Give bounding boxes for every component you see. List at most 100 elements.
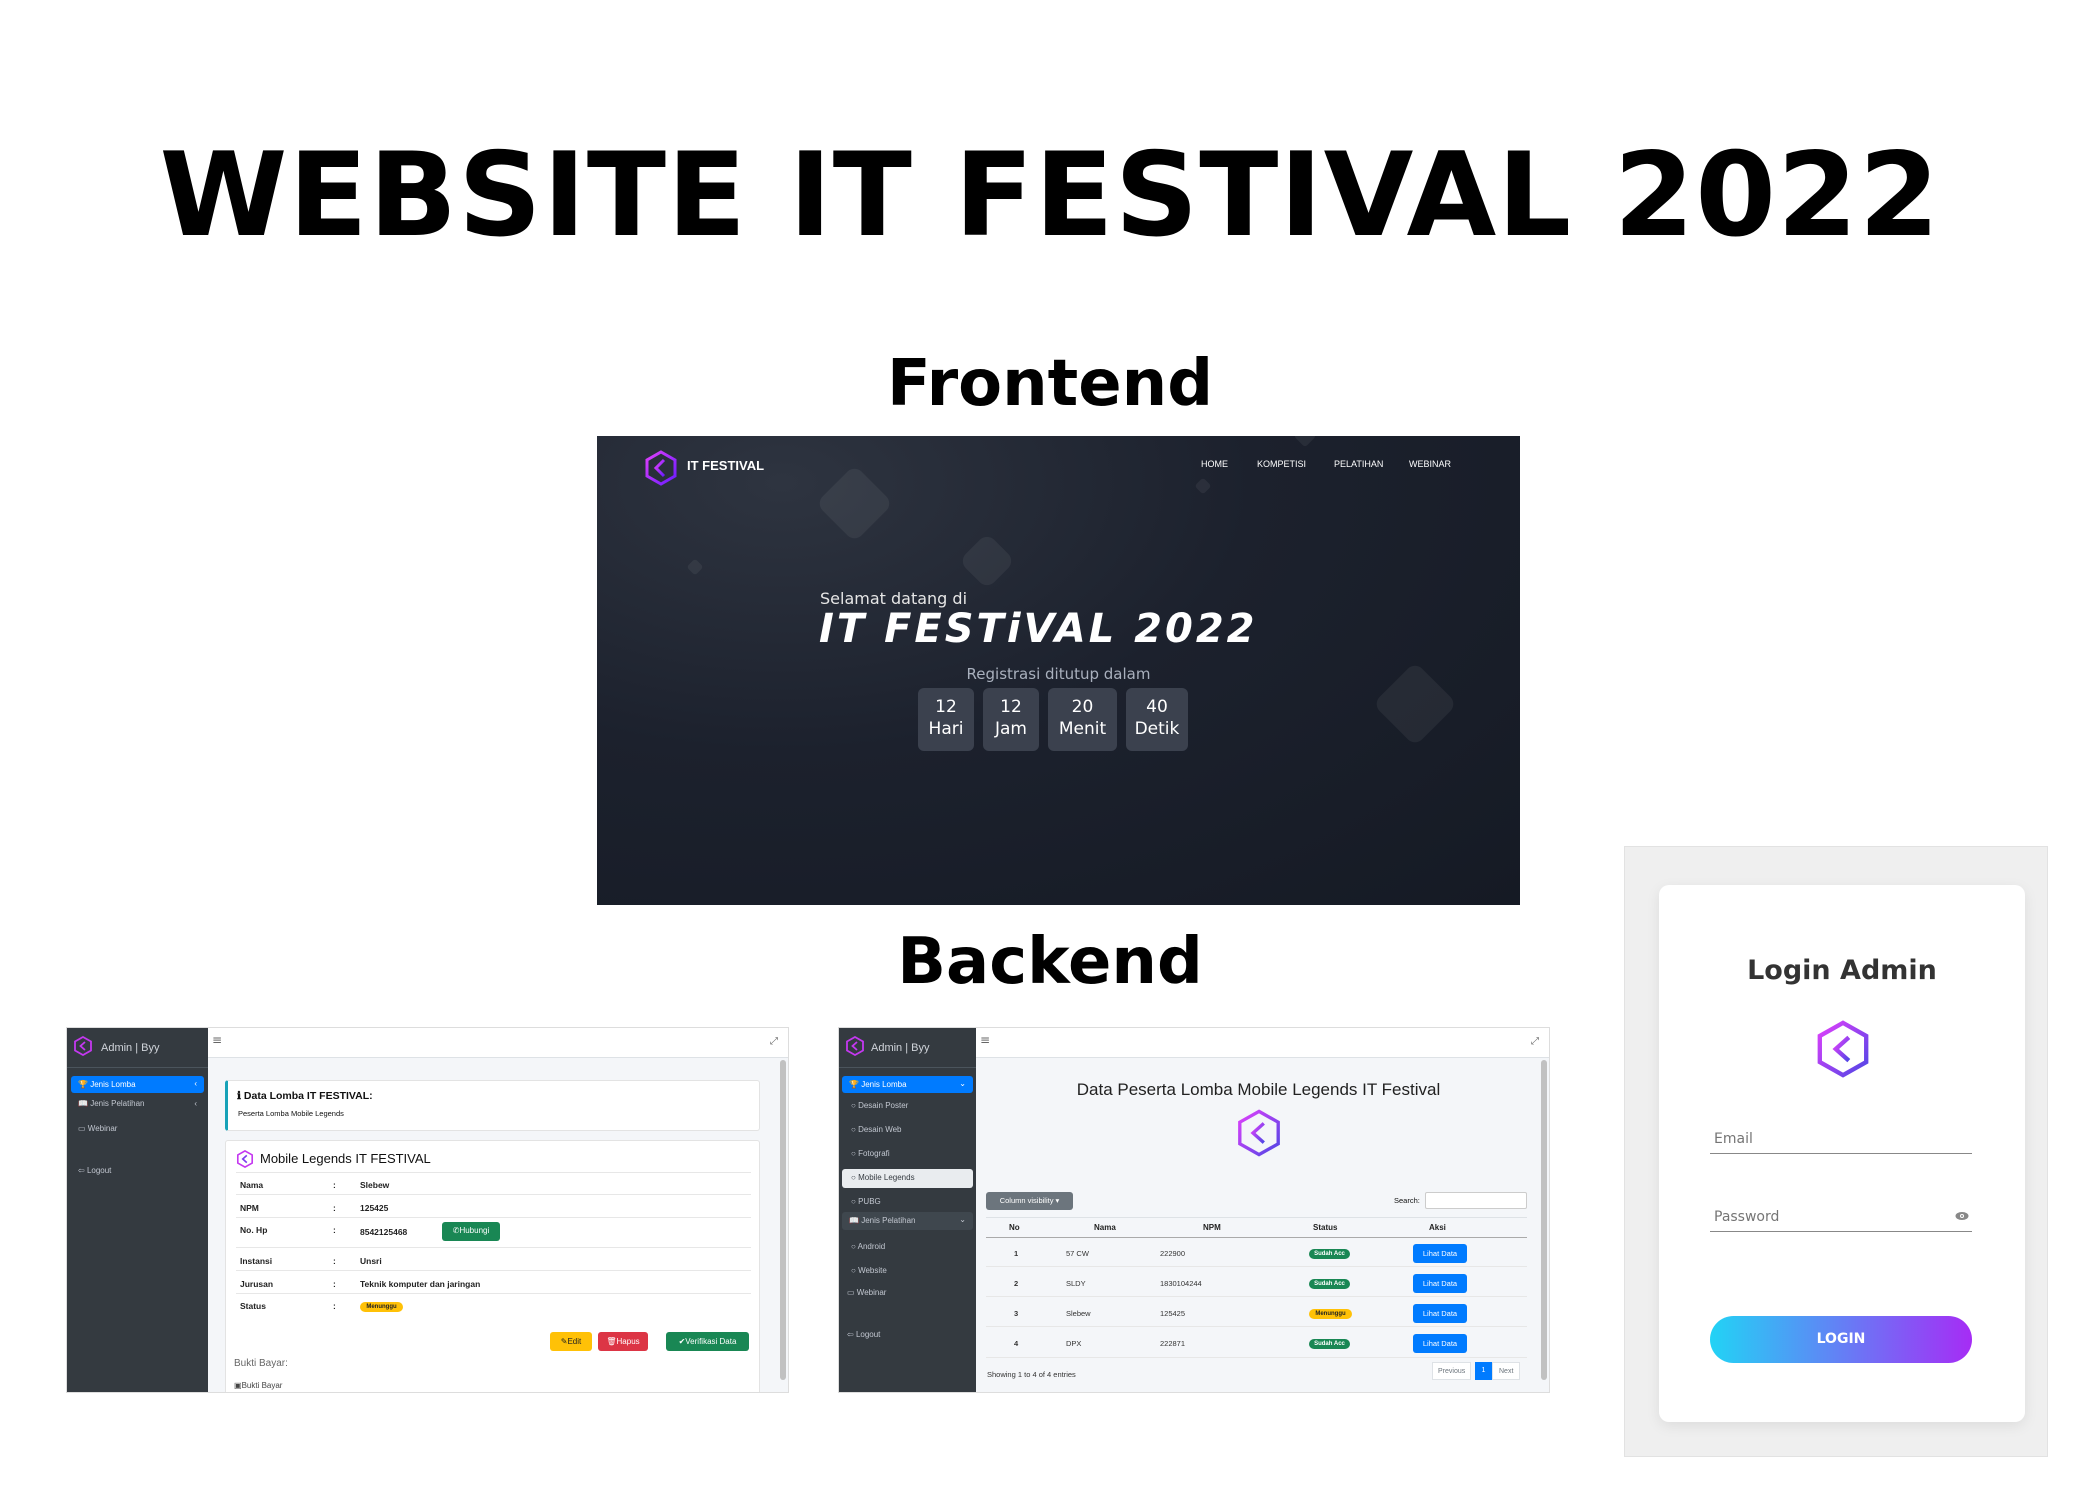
column-header-aksi[interactable]: Aksi <box>1429 1223 1446 1232</box>
countdown-value: 20 <box>1071 697 1094 717</box>
sidebar-subitem-fotografi[interactable]: ○ Fotografi <box>851 1149 890 1158</box>
trash-icon: 🗑 <box>606 1337 617 1346</box>
column-header-status[interactable]: Status <box>1313 1223 1337 1232</box>
book-icon: 📖 <box>849 1216 859 1225</box>
hubungi-button[interactable]: ✆Hubungi <box>442 1222 500 1241</box>
backend-detail-screenshot: Admin | Byy 🏆 Jenis Lomba ‹ 📖 Jenis Pela… <box>66 1027 789 1393</box>
password-field[interactable] <box>1710 1205 1950 1229</box>
lihat-data-button[interactable]: Lihat Data <box>1413 1304 1467 1323</box>
field-label-nohp: No. Hp <box>240 1225 268 1235</box>
sidebar-item-logout[interactable]: ⇦ Logout <box>847 1330 880 1339</box>
cell-no: 3 <box>1014 1309 1019 1318</box>
login-screenshot: Login Admin LOGIN <box>1624 846 2048 1457</box>
status-badge: Sudah Acc <box>1309 1279 1350 1289</box>
cell-npm: 125425 <box>1160 1309 1186 1318</box>
bukti-label: Bukti Bayar: <box>234 1358 288 1369</box>
login-title: Login Admin <box>1747 955 1937 986</box>
cell-npm: 1830104244 <box>1160 1279 1202 1288</box>
sidebar-subitem-android[interactable]: ○ Android <box>851 1242 885 1251</box>
fullscreen-icon[interactable]: ⤢ <box>770 1036 778 1047</box>
participant-card: Mobile Legends IT FESTIVAL Nama : Slebew… <box>225 1140 760 1392</box>
sidebar-subitem-mobile-legends[interactable]: ○ Mobile Legends <box>842 1169 973 1188</box>
scrollbar[interactable] <box>1541 1060 1547 1380</box>
laptop-icon: ▭ <box>847 1288 855 1297</box>
menu-toggle-icon[interactable]: ≡ <box>980 1033 990 1047</box>
cell-nama: Slebew <box>1066 1309 1091 1318</box>
sidebar-item-logout[interactable]: ⇦ Logout <box>78 1166 111 1175</box>
lihat-data-button[interactable]: Lihat Data <box>1413 1274 1467 1293</box>
sidebar-subitem-website[interactable]: ○ Website <box>851 1266 887 1275</box>
pagination-previous[interactable]: Previous <box>1432 1362 1472 1380</box>
sidebar-item-jenis-lomba[interactable]: 🏆 Jenis Lomba ‹ <box>71 1076 204 1093</box>
decor-shape <box>1293 436 1317 448</box>
field-value-instansi: Unsri <box>360 1256 382 1266</box>
field-colon: : <box>333 1203 336 1213</box>
nav-home[interactable]: HOME <box>1201 459 1228 469</box>
scrollbar[interactable] <box>780 1060 786 1380</box>
nav-pelatihan[interactable]: PELATIHAN <box>1334 459 1383 469</box>
decor-shape <box>958 532 1016 590</box>
field-value-jurusan: Teknik komputer dan jaringan <box>360 1279 481 1289</box>
countdown-value: 40 <box>1146 697 1168 717</box>
event-logo-icon <box>1238 1109 1280 1157</box>
sidebar-item-jenis-pelatihan[interactable]: 📖 Jenis Pelatihan ‹ <box>78 1099 204 1108</box>
sidebar-item-label: Logout <box>86 1166 112 1175</box>
pagination-next[interactable]: Next <box>1492 1362 1521 1380</box>
admin-logo-icon <box>846 1036 864 1056</box>
chevron-left-icon: ‹ <box>194 1079 197 1088</box>
button-label: Edit <box>567 1337 582 1346</box>
hapus-button[interactable]: 🗑Hapus <box>598 1332 648 1351</box>
eye-icon[interactable] <box>1955 1211 1969 1221</box>
book-icon: 📖 <box>78 1099 88 1108</box>
login-button[interactable]: LOGIN <box>1710 1316 1972 1363</box>
sidebar-item-label: Jenis Lomba <box>90 1080 136 1089</box>
brand-name[interactable]: IT FESTIVAL <box>687 458 764 473</box>
sidebar-subitem-desain-web[interactable]: ○ Desain Web <box>851 1125 902 1134</box>
sidebar-subitem-pubg[interactable]: ○ PUBG <box>851 1197 881 1206</box>
countdown-seconds: 40 Detik <box>1126 688 1188 751</box>
admin-sidebar: Admin | Byy 🏆 Jenis Lomba ‹ 📖 Jenis Pela… <box>67 1028 208 1392</box>
sidebar-item-label: Android <box>857 1242 886 1251</box>
admin-brand: Admin | Byy <box>101 1042 160 1054</box>
button-label: Column visibility <box>999 1196 1054 1205</box>
menu-toggle-icon[interactable]: ≡ <box>212 1033 222 1047</box>
broken-image-icon: ▣ <box>234 1381 242 1390</box>
column-header-no[interactable]: No <box>1009 1223 1020 1232</box>
nav-webinar[interactable]: WEBINAR <box>1409 459 1451 469</box>
sidebar-item-label: Fotografi <box>858 1149 890 1158</box>
countdown-unit: Hari <box>928 719 964 739</box>
cell-no: 2 <box>1014 1279 1019 1288</box>
admin-topbar: ≡ ⤢ <box>208 1028 788 1058</box>
countdown-unit: Detik <box>1134 719 1180 739</box>
column-header-nama[interactable]: Nama <box>1094 1223 1116 1232</box>
column-header-npm[interactable]: NPM <box>1203 1223 1221 1232</box>
cell-npm: 222871 <box>1160 1339 1186 1348</box>
sidebar-item-jenis-pelatihan[interactable]: 📖 Jenis Pelatihan ⌄ <box>842 1212 973 1230</box>
decor-shape <box>686 558 704 576</box>
sidebar-item-label: Desain Web <box>858 1125 902 1134</box>
field-value-nama: Slebew <box>360 1180 390 1190</box>
sidebar-subitem-desain-poster[interactable]: ○ Desain Poster <box>851 1101 908 1110</box>
status-badge: Menunggu <box>360 1302 403 1312</box>
countdown-minutes: 20 Menit <box>1048 688 1117 751</box>
bukti-image[interactable]: ▣Bukti Bayar <box>234 1381 282 1390</box>
it-festival-logo-icon[interactable] <box>644 450 678 486</box>
lihat-data-button[interactable]: Lihat Data <box>1413 1244 1467 1263</box>
email-field[interactable] <box>1710 1127 1972 1151</box>
nav-kompetisi[interactable]: KOMPETISI <box>1257 459 1306 469</box>
verifikasi-button[interactable]: ✔Verifikasi Data <box>666 1332 749 1351</box>
circle-icon: ○ <box>851 1242 856 1251</box>
field-label-nama: Nama <box>240 1180 264 1190</box>
column-visibility-button[interactable]: Column visibility ▾ <box>986 1192 1073 1210</box>
event-logo-icon <box>236 1150 254 1168</box>
edit-button[interactable]: ✎Edit <box>550 1332 592 1351</box>
fullscreen-icon[interactable]: ⤢ <box>1531 1036 1539 1047</box>
circle-icon: ○ <box>851 1125 856 1134</box>
search-label: Search: <box>1394 1196 1420 1205</box>
lihat-data-button[interactable]: Lihat Data <box>1413 1334 1467 1353</box>
pagination-page-1[interactable]: 1 <box>1475 1362 1492 1380</box>
sidebar-item-webinar[interactable]: ▭ Webinar <box>78 1124 117 1133</box>
search-input[interactable] <box>1425 1192 1527 1209</box>
sidebar-item-webinar[interactable]: ▭ Webinar <box>847 1288 886 1297</box>
sidebar-item-jenis-lomba[interactable]: 🏆 Jenis Lomba ⌄ <box>842 1076 973 1093</box>
